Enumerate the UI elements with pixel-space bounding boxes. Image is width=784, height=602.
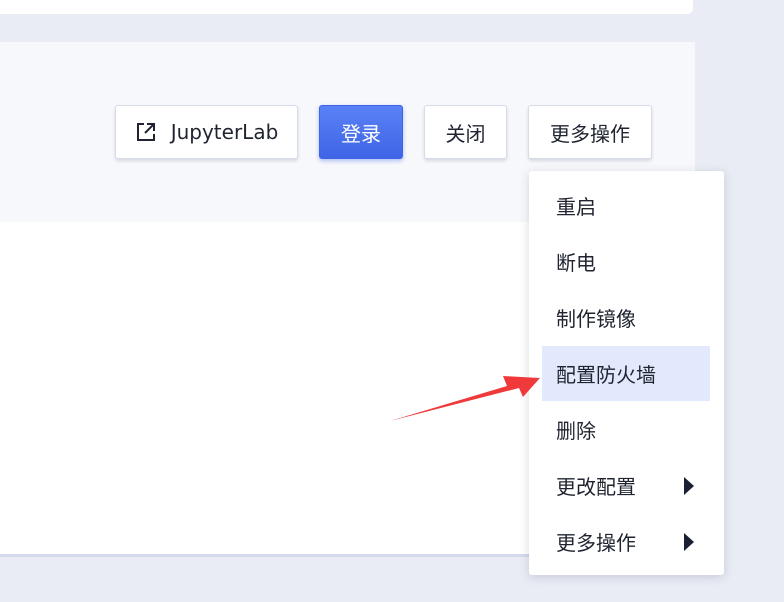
menu-item-change-config[interactable]: 更改配置 [542,458,710,513]
menu-item-label: 制作镜像 [556,307,636,331]
menu-item-power-off[interactable]: 断电 [542,234,710,289]
more-actions-label: 更多操作 [550,121,630,146]
menu-item-label: 配置防火墙 [556,363,656,387]
more-actions-button[interactable]: 更多操作 [528,105,652,159]
menu-item-label: 断电 [556,251,596,275]
login-button[interactable]: 登录 [319,105,403,159]
more-actions-dropdown: 重启 断电 制作镜像 配置防火墙 删除 更改配置 更多操作 [529,171,724,575]
menu-item-delete[interactable]: 删除 [542,402,710,457]
menu-item-configure-firewall[interactable]: 配置防火墙 [542,346,710,401]
menu-item-create-image[interactable]: 制作镜像 [542,290,710,345]
close-button[interactable]: 关闭 [424,105,507,159]
external-link-icon [136,123,155,141]
menu-item-label: 更改配置 [556,475,636,499]
login-label: 登录 [341,121,381,146]
menu-item-label: 更多操作 [556,531,636,555]
caret-right-icon [684,476,694,495]
caret-right-icon [684,532,694,551]
top-card [0,0,693,14]
menu-item-more-actions[interactable]: 更多操作 [542,514,710,569]
menu-item-label: 重启 [556,195,596,219]
close-label: 关闭 [445,121,486,146]
menu-item-restart[interactable]: 重启 [542,178,710,233]
jupyterlab-label: JupyterLab [170,120,279,144]
menu-item-label: 删除 [556,419,596,443]
jupyterlab-button[interactable]: JupyterLab [115,105,298,159]
